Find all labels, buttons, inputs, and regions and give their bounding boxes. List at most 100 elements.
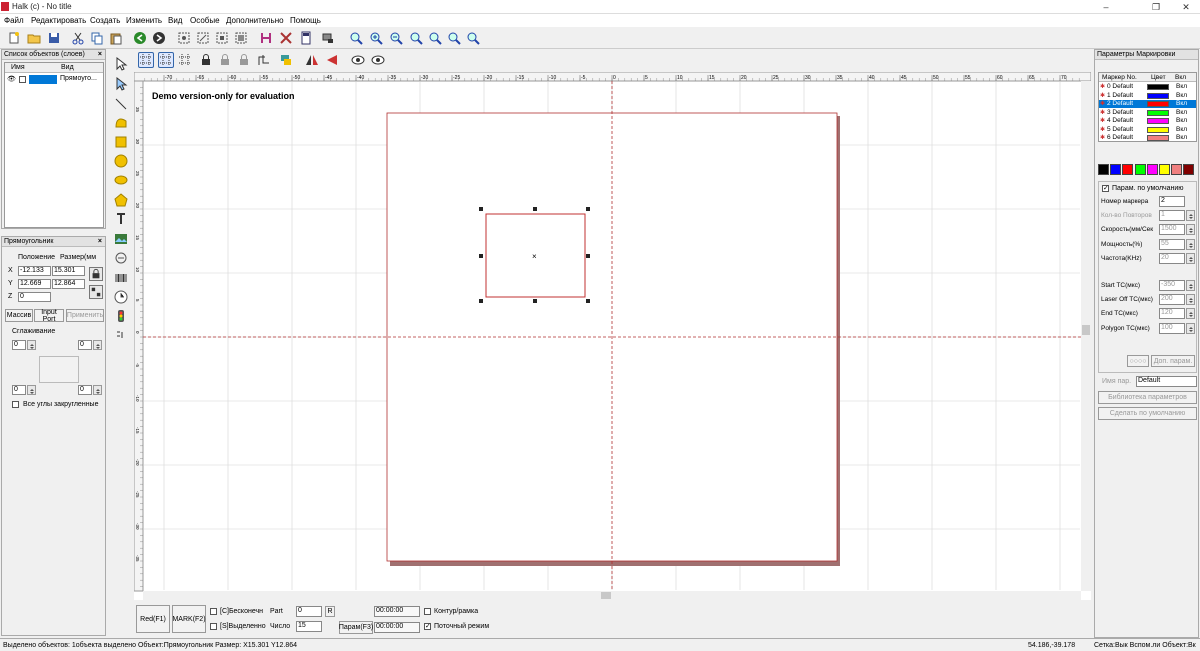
marker-color[interactable] — [1147, 84, 1169, 90]
tools-icon[interactable] — [278, 30, 294, 46]
marker-color[interactable] — [1147, 118, 1169, 124]
snap-objects-icon[interactable] — [177, 52, 193, 68]
reset-part-button[interactable]: R — [325, 606, 335, 617]
marker-on[interactable]: Вкл — [1176, 126, 1187, 133]
marker-color[interactable] — [1147, 101, 1169, 107]
marker-row[interactable]: ✱ 2 Default Вкл — [1099, 100, 1196, 108]
count-input[interactable]: 15 — [296, 621, 322, 632]
param-input[interactable]: 2 — [1159, 196, 1185, 207]
marker-color[interactable] — [1147, 92, 1169, 99]
vertical-scrollbar[interactable] — [1081, 81, 1091, 591]
handle-nw[interactable] — [479, 207, 483, 211]
param-name-input[interactable]: Default — [1136, 376, 1197, 387]
corner-radius-4-spinner[interactable] — [93, 385, 102, 395]
zoom-selection-icon[interactable] — [427, 30, 443, 46]
handle-e[interactable] — [586, 254, 590, 258]
anchor-point-icon[interactable] — [89, 285, 103, 299]
handle-n[interactable] — [533, 207, 537, 211]
param-button[interactable]: Парам(F3) — [339, 621, 373, 634]
pointer-icon[interactable] — [113, 56, 129, 72]
snap-guides-icon[interactable] — [158, 52, 174, 68]
marker-row[interactable]: ✱ 0 Default Вкл — [1099, 83, 1196, 91]
palette-swatch[interactable] — [1183, 164, 1195, 175]
close-icon[interactable]: × — [98, 237, 102, 247]
palette-swatch[interactable] — [1146, 164, 1158, 175]
palette-swatch[interactable] — [1122, 164, 1134, 175]
new-file-icon[interactable] — [6, 30, 22, 46]
marker-row[interactable]: ✱ 4 Default Вкл — [1099, 117, 1196, 125]
contour-checkbox[interactable] — [424, 608, 431, 615]
cut-icon[interactable] — [70, 30, 86, 46]
handle-ne[interactable] — [586, 207, 590, 211]
endless-checkbox[interactable] — [210, 608, 217, 615]
param-spinner[interactable] — [1186, 308, 1195, 320]
corner-radius-1-spinner[interactable] — [27, 340, 36, 350]
work-canvas[interactable]: -70 -65 -60 -55 -50 -45 -40 -35 -30 -25 -20 -15 -10-… — [133, 71, 1092, 600]
y-position-input[interactable]: 12.669 — [18, 279, 51, 289]
x-size-input[interactable]: 15.301 — [52, 266, 85, 276]
menu-extra[interactable]: Дополнительно — [226, 16, 284, 25]
apply-button[interactable]: Применить — [66, 309, 104, 322]
marker-color[interactable] — [1147, 126, 1169, 133]
polygon-icon[interactable] — [113, 192, 129, 208]
default-params-checkbox[interactable]: ✓ — [1102, 185, 1109, 192]
handle-sw[interactable] — [479, 299, 483, 303]
param-input[interactable]: 55 — [1159, 238, 1185, 250]
image-icon[interactable] — [113, 231, 129, 247]
corner-radius-2[interactable]: 0 — [78, 340, 92, 350]
corner-radius-1[interactable]: 0 — [12, 340, 26, 350]
hatch-icon[interactable] — [258, 30, 274, 46]
col-on-header[interactable]: Вкл — [1175, 74, 1186, 81]
marker-row[interactable]: ✱ 6 Default Вкл — [1099, 134, 1196, 142]
close-icon[interactable]: × — [98, 50, 102, 60]
palette-swatch[interactable] — [1134, 164, 1146, 175]
vector-file-icon[interactable] — [113, 250, 129, 266]
object-checkbox[interactable] — [19, 76, 26, 83]
align-icon[interactable] — [256, 52, 272, 68]
marker-row[interactable]: ✱ 1 Default Вкл — [1099, 92, 1196, 100]
node-edit-icon[interactable] — [113, 76, 129, 92]
menu-view[interactable]: Вид — [168, 16, 182, 25]
param-spinner[interactable] — [1186, 224, 1195, 236]
preview-all-icon[interactable] — [370, 52, 386, 68]
param-library-button[interactable]: Библиотека параметров — [1098, 391, 1197, 404]
corner-radius-2-spinner[interactable] — [93, 340, 102, 350]
back-icon[interactable] — [132, 30, 148, 46]
marker-on[interactable]: Вкл — [1176, 100, 1187, 107]
oooo-button[interactable]: ○○○○ — [1127, 355, 1149, 367]
param-input[interactable]: 120 — [1159, 308, 1185, 320]
eye-icon[interactable]: 👁 — [7, 75, 16, 83]
select-all-icon[interactable] — [233, 30, 249, 46]
marker-row[interactable]: ✱ 5 Default Вкл — [1099, 126, 1196, 134]
circle-icon[interactable] — [113, 153, 129, 169]
horizontal-scrollbar[interactable] — [143, 591, 1081, 600]
curve-icon[interactable] — [113, 114, 129, 130]
marker-color[interactable] — [1147, 135, 1169, 141]
mirror-vertical-icon[interactable] — [324, 52, 340, 68]
marker-on[interactable]: Вкл — [1176, 134, 1187, 141]
marker-row[interactable]: ✱ 3 Default Вкл — [1099, 109, 1196, 117]
paste-icon[interactable] — [108, 30, 124, 46]
param-input[interactable]: 20 — [1159, 252, 1185, 264]
param-input[interactable]: 200 — [1159, 294, 1185, 306]
corner-radius-3[interactable]: 0 — [12, 385, 26, 395]
marker-on[interactable]: Вкл — [1176, 83, 1187, 90]
menu-help[interactable]: Помощь — [290, 16, 321, 25]
marker-color[interactable] — [1147, 109, 1169, 116]
horizontal-scroll-thumb[interactable] — [601, 592, 611, 599]
param-spinner[interactable] — [1186, 210, 1195, 222]
snap-grid-icon[interactable] — [138, 52, 154, 68]
zoom-in-icon[interactable] — [368, 30, 384, 46]
mirror-horizontal-icon[interactable] — [304, 52, 320, 68]
list-item[interactable]: 👁 Прямоуго... — [5, 74, 103, 84]
zoom-all-icon[interactable] — [465, 30, 481, 46]
menu-special[interactable]: Особые — [190, 16, 220, 25]
col-color-header[interactable]: Цвет — [1151, 74, 1166, 81]
open-folder-icon[interactable] — [26, 30, 42, 46]
close-button[interactable]: ✕ — [1168, 0, 1200, 14]
selected-only-checkbox[interactable] — [210, 623, 217, 630]
marker-on[interactable]: Вкл — [1176, 117, 1187, 124]
handle-s[interactable] — [533, 299, 537, 303]
tab-input-port[interactable]: Input Port — [34, 309, 64, 323]
unlock-icon[interactable] — [217, 52, 233, 68]
